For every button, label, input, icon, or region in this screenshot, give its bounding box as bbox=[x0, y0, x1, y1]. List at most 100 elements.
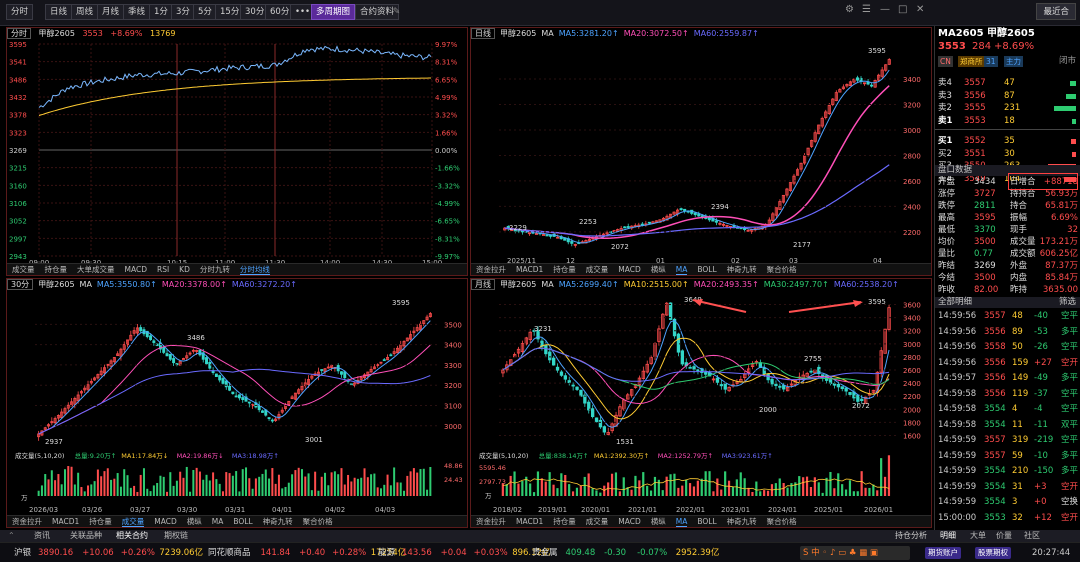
volume-bar bbox=[93, 481, 96, 496]
bottom-tab-3[interactable]: 期权链 bbox=[164, 530, 188, 542]
position-analysis-tab[interactable]: 持仓分析 bbox=[895, 530, 927, 542]
daily-foot-tab-2[interactable]: 持仓量 bbox=[553, 265, 576, 274]
tick-row: 14:59:59 3557 59 -10 多平 bbox=[938, 451, 1078, 462]
status-button-1[interactable]: 股票期权 bbox=[975, 547, 1011, 559]
ticker-name[interactable]: 同花顺商品 bbox=[208, 543, 251, 562]
window-menu-icon[interactable]: ☰ bbox=[862, 4, 871, 15]
bottom-tab-0[interactable]: 资讯 bbox=[34, 530, 50, 542]
ask-row[interactable]: 卖4 3557 47 bbox=[938, 78, 1078, 89]
settings-icon[interactable]: ⚙ bbox=[845, 4, 854, 15]
toolbar-btn-5[interactable]: 1分 bbox=[149, 4, 173, 20]
monthly-period-select[interactable]: 月线 bbox=[471, 279, 495, 290]
minimize-icon[interactable]: — bbox=[880, 4, 890, 15]
back-button[interactable]: 最近合 bbox=[1036, 3, 1076, 20]
volume-bar bbox=[735, 479, 738, 496]
intraday-foot-tab-5[interactable]: KD bbox=[179, 265, 190, 274]
period-select[interactable]: 分时 bbox=[7, 28, 31, 39]
maximize-icon[interactable]: □ bbox=[898, 4, 907, 15]
min30-foot-tab-3[interactable]: 成交量 bbox=[121, 517, 145, 527]
daily-foot-tab-0[interactable]: 资金拉升 bbox=[476, 265, 506, 274]
min30-foot-tab-5[interactable]: 横纵 bbox=[187, 517, 202, 526]
intraday-foot-tab-4[interactable]: RSI bbox=[157, 265, 169, 274]
min30-foot-tab-0[interactable]: 资金拉升 bbox=[12, 517, 42, 526]
toolbar-btn-4[interactable]: 季线 bbox=[123, 4, 151, 20]
min30-foot-tab-9[interactable]: 聚合价格 bbox=[303, 517, 333, 526]
min30-foot-tab-7[interactable]: BOLL bbox=[233, 517, 252, 526]
ask-row[interactable]: 卖3 3556 87 bbox=[938, 91, 1078, 102]
toolbar-btn-2[interactable]: 周线 bbox=[71, 4, 99, 20]
monthly-foot-tab-5[interactable]: 横纵 bbox=[651, 517, 666, 526]
bottom-tab-1[interactable]: 关联品种 bbox=[70, 530, 102, 542]
volume-bar bbox=[837, 473, 840, 496]
toolbar-btn-3[interactable]: 月线 bbox=[97, 4, 125, 20]
monthly-foot-tab-2[interactable]: 持仓量 bbox=[553, 517, 576, 526]
daily-foot-tab-9[interactable]: 聚合价格 bbox=[767, 265, 797, 274]
y-tick-right: -8.31% bbox=[435, 235, 460, 243]
intraday-foot-tab-0[interactable]: 成交量 bbox=[12, 265, 35, 274]
monthly-foot-tab-0[interactable]: 资金拉升 bbox=[476, 517, 506, 526]
status-button-0[interactable]: 期货账户 bbox=[925, 547, 961, 559]
close-icon[interactable]: ✕ bbox=[916, 4, 924, 15]
quote-bottom-tab-2[interactable]: 价量 bbox=[996, 530, 1012, 542]
quote-bottom-tab-3[interactable]: 社区 bbox=[1024, 530, 1040, 542]
daily-foot-tab-4[interactable]: MACD bbox=[618, 265, 640, 274]
toolbar-btn-7[interactable]: 5分 bbox=[193, 4, 217, 20]
monthly-foot-tab-4[interactable]: MACD bbox=[618, 517, 640, 526]
min30-foot-tab-2[interactable]: 持仓量 bbox=[89, 517, 112, 526]
monthly-foot-tab-7[interactable]: BOLL bbox=[697, 517, 716, 526]
monthly-kline-chart[interactable]: 3600 3400 3200 3000 2800 2600 2400 2200 2000 1800… bbox=[471, 292, 932, 518]
min30-kline-chart[interactable]: 3500 3400 3300 3200 3100 3000 3595 3486 3001 2937… bbox=[7, 292, 468, 518]
ask-row[interactable]: 卖2 3555 231 bbox=[938, 103, 1078, 114]
collapse-icon[interactable]: ⌃ bbox=[8, 530, 15, 542]
quote-bottom-tab-0[interactable]: 明细 bbox=[940, 530, 956, 542]
daily-foot-tab-7[interactable]: BOLL bbox=[697, 265, 716, 274]
toolbar-btn-12[interactable]: 多周期图 bbox=[311, 4, 356, 20]
daily-period-select[interactable]: 日线 bbox=[471, 28, 495, 39]
volume-bar bbox=[653, 476, 657, 496]
min30-foot-tab-1[interactable]: MACD1 bbox=[52, 517, 79, 526]
monthly-foot-tab-8[interactable]: 神奇九转 bbox=[727, 517, 757, 526]
ticks-filter[interactable]: 筛选 bbox=[1059, 297, 1076, 308]
stat-label: 最高 bbox=[938, 213, 956, 223]
intraday-foot-tab-1[interactable]: 持仓量 bbox=[45, 265, 68, 274]
volume-bar bbox=[759, 491, 762, 496]
toolbar-btn-6[interactable]: 3分 bbox=[171, 4, 195, 20]
min30-ma-label: MA60:3272.20↑ bbox=[231, 280, 297, 289]
candle-body bbox=[563, 375, 568, 380]
intraday-foot-tab-2[interactable]: 大单成交量 bbox=[77, 265, 115, 274]
intraday-foot-tab-6[interactable]: 分时九转 bbox=[200, 265, 230, 274]
monthly-foot-tab-1[interactable]: MACD1 bbox=[516, 517, 543, 526]
daily-foot-tab-5[interactable]: 横纵 bbox=[651, 265, 666, 274]
book-price: 3555 bbox=[964, 103, 986, 113]
monthly-foot-tab-9[interactable]: 聚合价格 bbox=[767, 517, 797, 526]
quote-bottom-tab-1[interactable]: 大单 bbox=[970, 530, 986, 542]
monthly-foot-tab-3[interactable]: 成交量 bbox=[586, 517, 609, 526]
pen-icon[interactable]: ✎ bbox=[390, 4, 403, 20]
monthly-foot-tab-6[interactable]: MA bbox=[675, 517, 688, 527]
toolbar-btn-1[interactable]: 日线 bbox=[45, 4, 73, 20]
daily-foot-tab-6[interactable]: MA bbox=[675, 265, 688, 275]
tick-cell: 15:00:00 bbox=[938, 512, 977, 523]
volume-bar bbox=[159, 475, 162, 496]
ticker-name[interactable]: 贵金属 bbox=[532, 543, 558, 562]
daily-foot-tab-8[interactable]: 神奇九转 bbox=[727, 265, 757, 274]
bid-row[interactable]: 买1 3552 35 bbox=[938, 136, 1078, 147]
bottom-tab-2[interactable]: 相关合约 bbox=[116, 530, 148, 542]
ticker-name[interactable]: 能源 bbox=[378, 543, 395, 562]
min30-period-select[interactable]: 30分 bbox=[7, 279, 34, 290]
min30-foot-tab-4[interactable]: MACD bbox=[154, 517, 176, 526]
daily-foot-tab-3[interactable]: 成交量 bbox=[586, 265, 609, 274]
ticker-name[interactable]: 沪银 bbox=[14, 543, 31, 562]
daily-kline-chart[interactable]: 34003200300028002600240022002025/11 12 01 0… bbox=[471, 41, 932, 266]
intraday-chart[interactable]: 3595 9.97% 3541 8.31% 3486 6.65% 3432 4.99% 3378… bbox=[7, 41, 468, 266]
min30-foot-tab-6[interactable]: MA bbox=[212, 517, 224, 526]
intraday-foot-tab-3[interactable]: MACD bbox=[125, 265, 147, 274]
volume-bar bbox=[277, 474, 280, 496]
intraday-foot-tab-7[interactable]: 分时均线 bbox=[239, 265, 270, 275]
daily-foot-tab-1[interactable]: MACD1 bbox=[516, 265, 543, 274]
ask-row[interactable]: 卖1 3553 18 bbox=[938, 116, 1078, 127]
toolbar-btn-0[interactable]: 分时 bbox=[6, 4, 34, 20]
bid-row[interactable]: 买2 3551 30 bbox=[938, 149, 1078, 160]
min30-foot-tab-8[interactable]: 神奇九转 bbox=[263, 517, 293, 526]
y-tick: 3200 bbox=[444, 382, 462, 390]
